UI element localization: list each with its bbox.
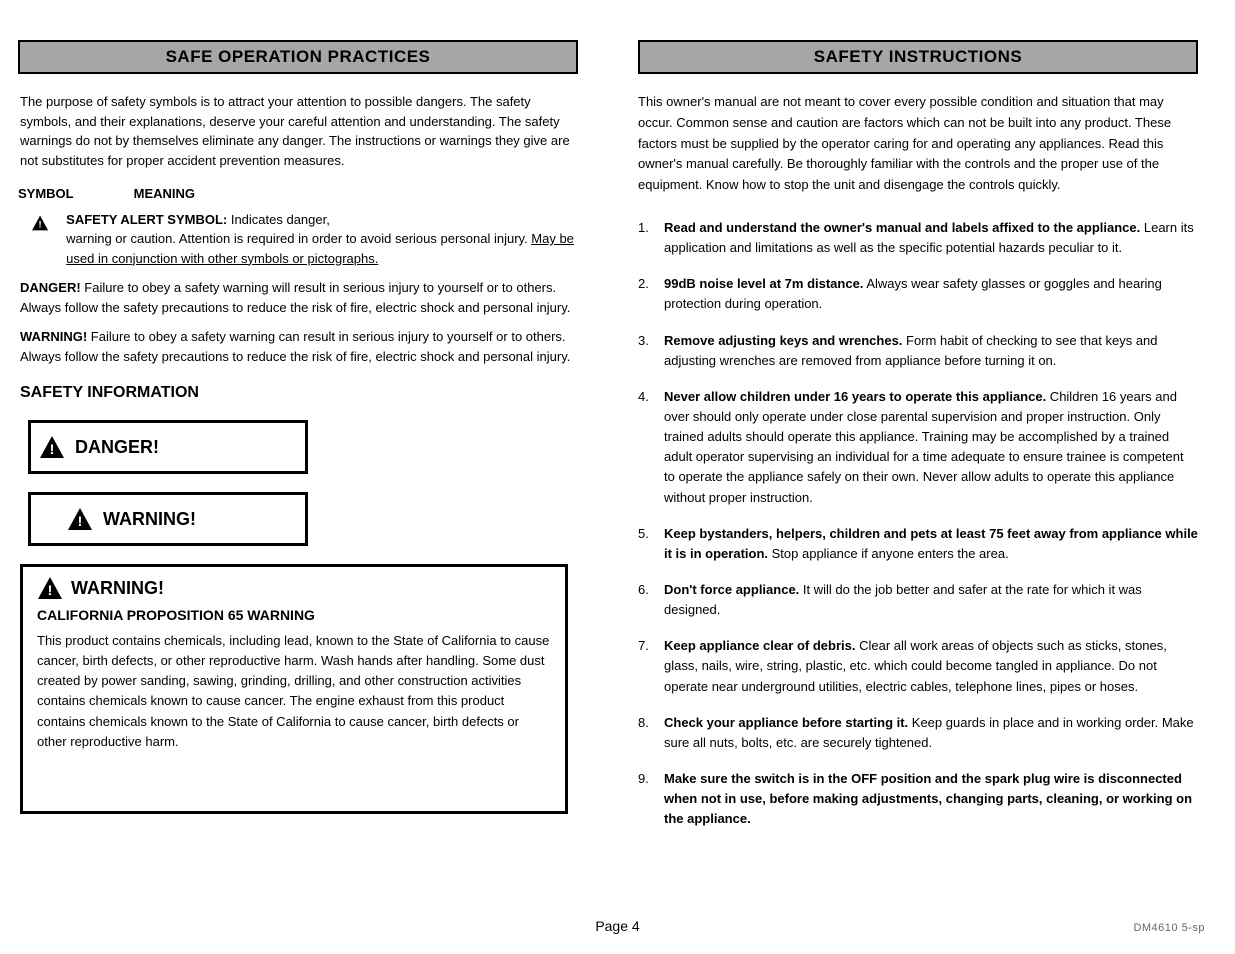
alert-body-2: warning or caution. Attention is require… xyxy=(66,231,531,246)
rule-6: 6. Don't force appliance. It will do the… xyxy=(638,580,1198,620)
symbol-label: SYMBOL xyxy=(18,184,74,204)
svg-text:!: ! xyxy=(39,218,42,229)
warning-box-label: WARNING! xyxy=(20,329,87,344)
rule-bold: Make sure the switch is in the OFF posit… xyxy=(664,771,1192,826)
rule-bold: Remove adjusting keys and wrenches. xyxy=(664,333,902,348)
rule-2: 2. 99dB noise level at 7m distance. Alwa… xyxy=(638,274,1198,314)
rule-3: 3. Remove adjusting keys and wrenches. F… xyxy=(638,331,1198,371)
warning-def: WARNING! Failure to obey a safety warnin… xyxy=(18,327,578,366)
rule-number: 8. xyxy=(638,713,664,753)
safety-alert-text: SAFETY ALERT SYMBOL: Indicates danger, w… xyxy=(66,210,578,269)
right-intro: This owner's manual are not meant to cov… xyxy=(638,92,1198,196)
prop65-subheader: CALIFORNIA PROPOSITION 65 WARNING xyxy=(37,607,551,623)
prop65-box: ! WARNING! CALIFORNIA PROPOSITION 65 WAR… xyxy=(20,564,568,814)
prop65-body: This product contains chemicals, includi… xyxy=(37,631,551,752)
rule-bold: Never allow children under 16 years to o… xyxy=(664,389,1046,404)
alert-icon: ! xyxy=(37,577,63,599)
rule-number: 1. xyxy=(638,218,664,258)
rule-bold: 99dB noise level at 7m distance. xyxy=(664,276,863,291)
danger-label: DANGER! xyxy=(20,280,81,295)
symbol-meaning-row: SYMBOL MEANING xyxy=(18,184,578,204)
right-column: SAFETY INSTRUCTIONS This owner's manual … xyxy=(638,40,1198,845)
warning-narrow-label: WARNING! xyxy=(103,509,196,530)
warning-box-body: Failure to obey a safety warning can res… xyxy=(20,329,570,364)
alert-icon: ! xyxy=(39,436,65,458)
danger-box-label: DANGER! xyxy=(75,437,159,458)
rule-number: 9. xyxy=(638,769,664,829)
danger-def: DANGER! Failure to obey a safety warning… xyxy=(18,278,578,317)
alert-body-1: Indicates danger, xyxy=(227,212,330,227)
rule-rest: Stop appliance if anyone enters the area… xyxy=(768,546,1009,561)
rule-number: 4. xyxy=(638,387,664,508)
rule-number: 2. xyxy=(638,274,664,314)
rule-4: 4. Never allow children under 16 years t… xyxy=(638,387,1198,508)
rule-bold: Don't force appliance. xyxy=(664,582,799,597)
page-footer: Page 4 xyxy=(0,918,1235,934)
rule-number: 7. xyxy=(638,636,664,696)
rule-number: 3. xyxy=(638,331,664,371)
svg-text:!: ! xyxy=(50,441,55,457)
safety-alert-block: ! SAFETY ALERT SYMBOL: Indicates danger,… xyxy=(18,210,578,269)
prop65-header: WARNING! xyxy=(71,578,164,599)
svg-text:!: ! xyxy=(48,582,53,598)
rule-1: 1. Read and understand the owner's manua… xyxy=(638,218,1198,258)
right-section-header: SAFETY INSTRUCTIONS xyxy=(638,40,1198,74)
rule-9: 9. Make sure the switch is in the OFF po… xyxy=(638,769,1198,829)
left-section-header: SAFE OPERATION PRACTICES xyxy=(18,40,578,74)
rule-number: 6. xyxy=(638,580,664,620)
safety-info-header: SAFETY INFORMATION xyxy=(20,384,578,402)
rule-7: 7. Keep appliance clear of debris. Clear… xyxy=(638,636,1198,696)
rule-bold: Keep appliance clear of debris. xyxy=(664,638,855,653)
alert-icon: ! xyxy=(67,508,93,530)
page-doc-code: DM4610 5-sp xyxy=(1133,922,1205,934)
rule-8: 8. Check your appliance before starting … xyxy=(638,713,1198,753)
rule-rest: Children 16 years and over should only o… xyxy=(664,389,1184,505)
intro-paragraph: The purpose of safety symbols is to attr… xyxy=(18,92,578,170)
svg-text:!: ! xyxy=(78,513,83,529)
rule-bold: Read and understand the owner's manual a… xyxy=(664,220,1140,235)
rule-bold: Check your appliance before starting it. xyxy=(664,715,908,730)
rule-5: 5. Keep bystanders, helpers, children an… xyxy=(638,524,1198,564)
left-column: SAFE OPERATION PRACTICES The purpose of … xyxy=(18,40,578,845)
alert-title: SAFETY ALERT SYMBOL: xyxy=(66,212,227,227)
meaning-label: MEANING xyxy=(134,184,195,204)
warning-narrow-box: ! WARNING! xyxy=(28,492,308,546)
rule-number: 5. xyxy=(638,524,664,564)
danger-box: ! DANGER! xyxy=(28,420,308,474)
alert-icon: ! xyxy=(32,212,48,234)
danger-body: Failure to obey a safety warning will re… xyxy=(20,280,570,315)
